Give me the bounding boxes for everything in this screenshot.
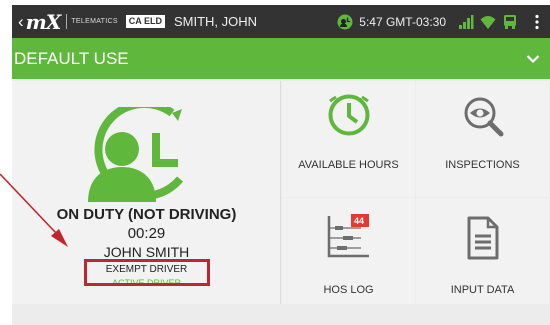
available-hours-tile[interactable]: AVAILABLE HOURS [282,81,415,197]
magnifier-eye-icon [464,97,503,137]
wifi-icon [480,15,496,29]
document-icon [467,216,498,260]
logo-divider [66,14,68,29]
mode-title: DEFAULT USE [14,48,129,68]
current-driver-name[interactable]: SMITH, JOHN [174,14,257,29]
hos-log-badge: 44 [353,216,364,226]
truck-status-icon [504,14,516,29]
driver-on-duty-icon [88,107,184,202]
duty-status-label: ON DUTY (NOT DRIVING) [56,206,237,223]
annotation-highlight-box [84,259,210,286]
eld-badge: CA ELD [125,15,165,28]
telematics-label: TELEMATICS [71,18,118,25]
mode-title-bar[interactable]: DEFAULT USE [12,38,550,79]
hos-log-label: HOS LOG [323,284,374,296]
duty-clock-icon [337,14,353,29]
inspections-tile[interactable]: INSPECTIONS [416,81,549,197]
available-hours-label: AVAILABLE HOURS [298,159,399,171]
duty-elapsed-time: 00:29 [127,225,166,242]
driver-full-name: JOHN SMITH [103,244,190,260]
inspections-label: INSPECTIONS [445,159,520,171]
status-bar: ‹ mX TELEMATICS CA ELD SMITH, JOHN 5:47 … [12,5,550,38]
overflow-menu-icon[interactable] [532,14,542,30]
chevron-down-icon[interactable] [526,54,540,64]
input-data-label: INPUT DATA [450,284,515,296]
app-logo: mX [25,9,62,34]
input-data-tile[interactable]: INPUT DATA [416,198,549,304]
status-time: 5:47 GMT-03:30 [359,14,446,29]
back-chevron-icon[interactable]: ‹ [18,13,24,30]
signal-icon [459,14,474,29]
hos-log-tile[interactable]: 44 HOS LOG [282,198,415,304]
clock-icon [328,94,369,136]
